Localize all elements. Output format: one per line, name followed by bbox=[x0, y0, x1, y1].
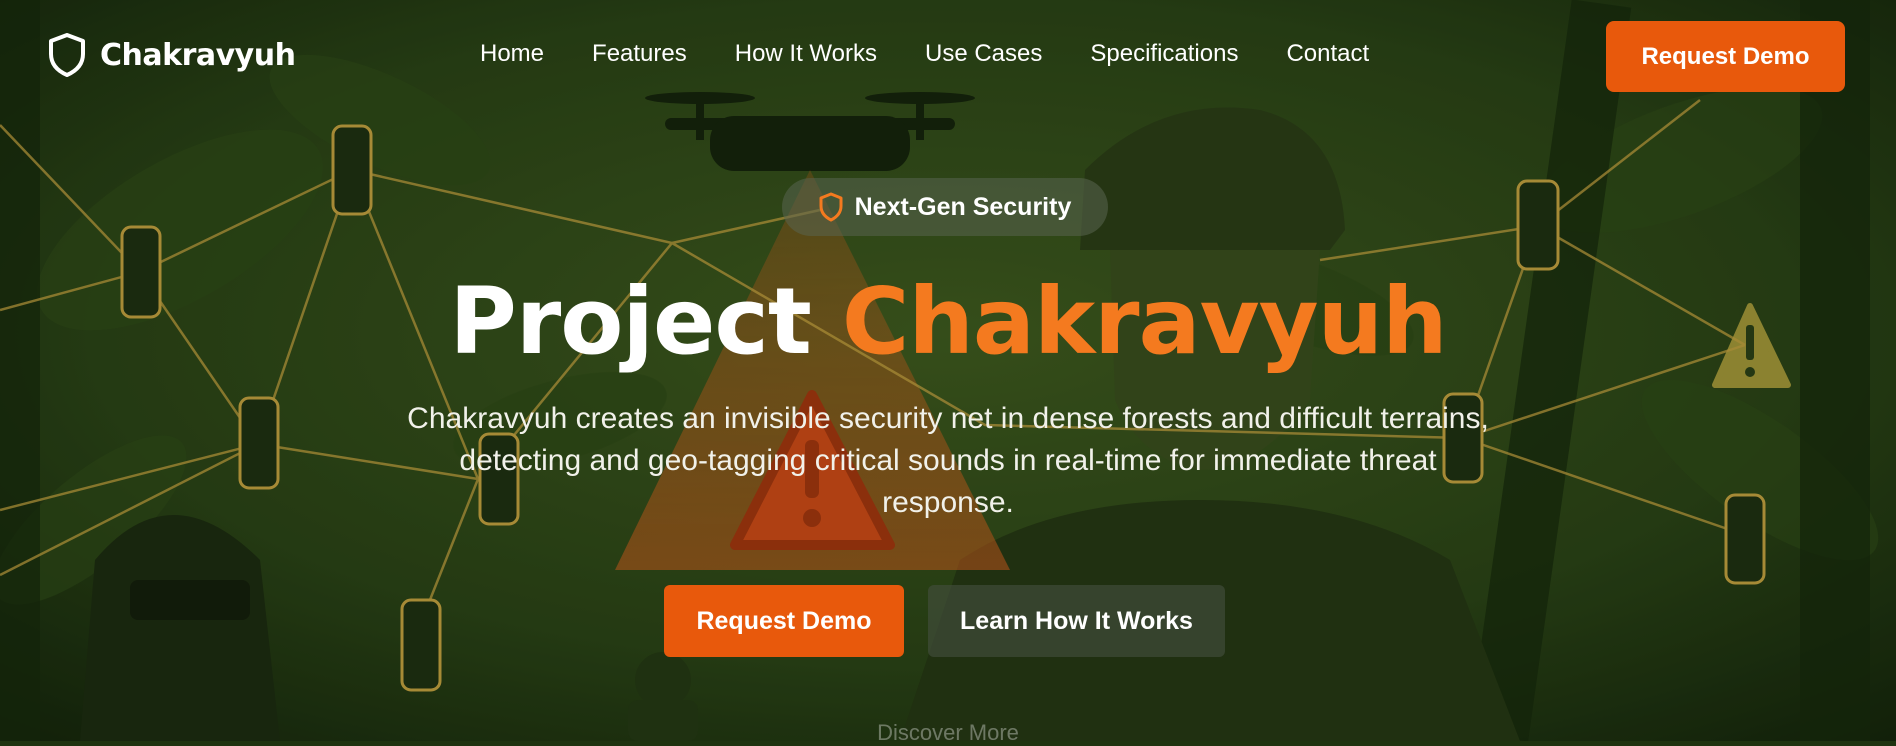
shield-icon bbox=[819, 192, 843, 222]
brand-name: Chakravyuh bbox=[100, 37, 296, 73]
badge-label: Next-Gen Security bbox=[854, 192, 1072, 221]
hero-title: Project Chakravyuh bbox=[0, 268, 1896, 375]
hero-title-accent: Chakravyuh bbox=[841, 268, 1448, 375]
top-navigation: Chakravyuh Home Features How It Works Us… bbox=[0, 0, 1896, 114]
learn-how-it-works-button[interactable]: Learn How It Works bbox=[928, 585, 1225, 657]
hero-request-demo-button[interactable]: Request Demo bbox=[664, 585, 904, 657]
shield-icon bbox=[49, 33, 85, 77]
nav-link-how-it-works[interactable]: How It Works bbox=[735, 40, 877, 68]
nav-request-demo-button[interactable]: Request Demo bbox=[1606, 21, 1845, 92]
hero-title-prefix: Project bbox=[449, 268, 811, 375]
nav-links: Home Features How It Works Use Cases Spe… bbox=[480, 40, 1369, 68]
brand-logo[interactable]: Chakravyuh bbox=[48, 32, 296, 78]
discover-more-link[interactable]: Discover More bbox=[0, 720, 1896, 746]
nav-link-home[interactable]: Home bbox=[480, 40, 544, 68]
nav-link-features[interactable]: Features bbox=[592, 40, 687, 68]
next-gen-security-badge: Next-Gen Security bbox=[782, 178, 1108, 236]
nav-link-use-cases[interactable]: Use Cases bbox=[925, 40, 1042, 68]
nav-link-specifications[interactable]: Specifications bbox=[1090, 40, 1238, 68]
nav-link-contact[interactable]: Contact bbox=[1286, 40, 1369, 68]
hero-subtitle: Chakravyuh creates an invisible security… bbox=[407, 402, 1489, 519]
